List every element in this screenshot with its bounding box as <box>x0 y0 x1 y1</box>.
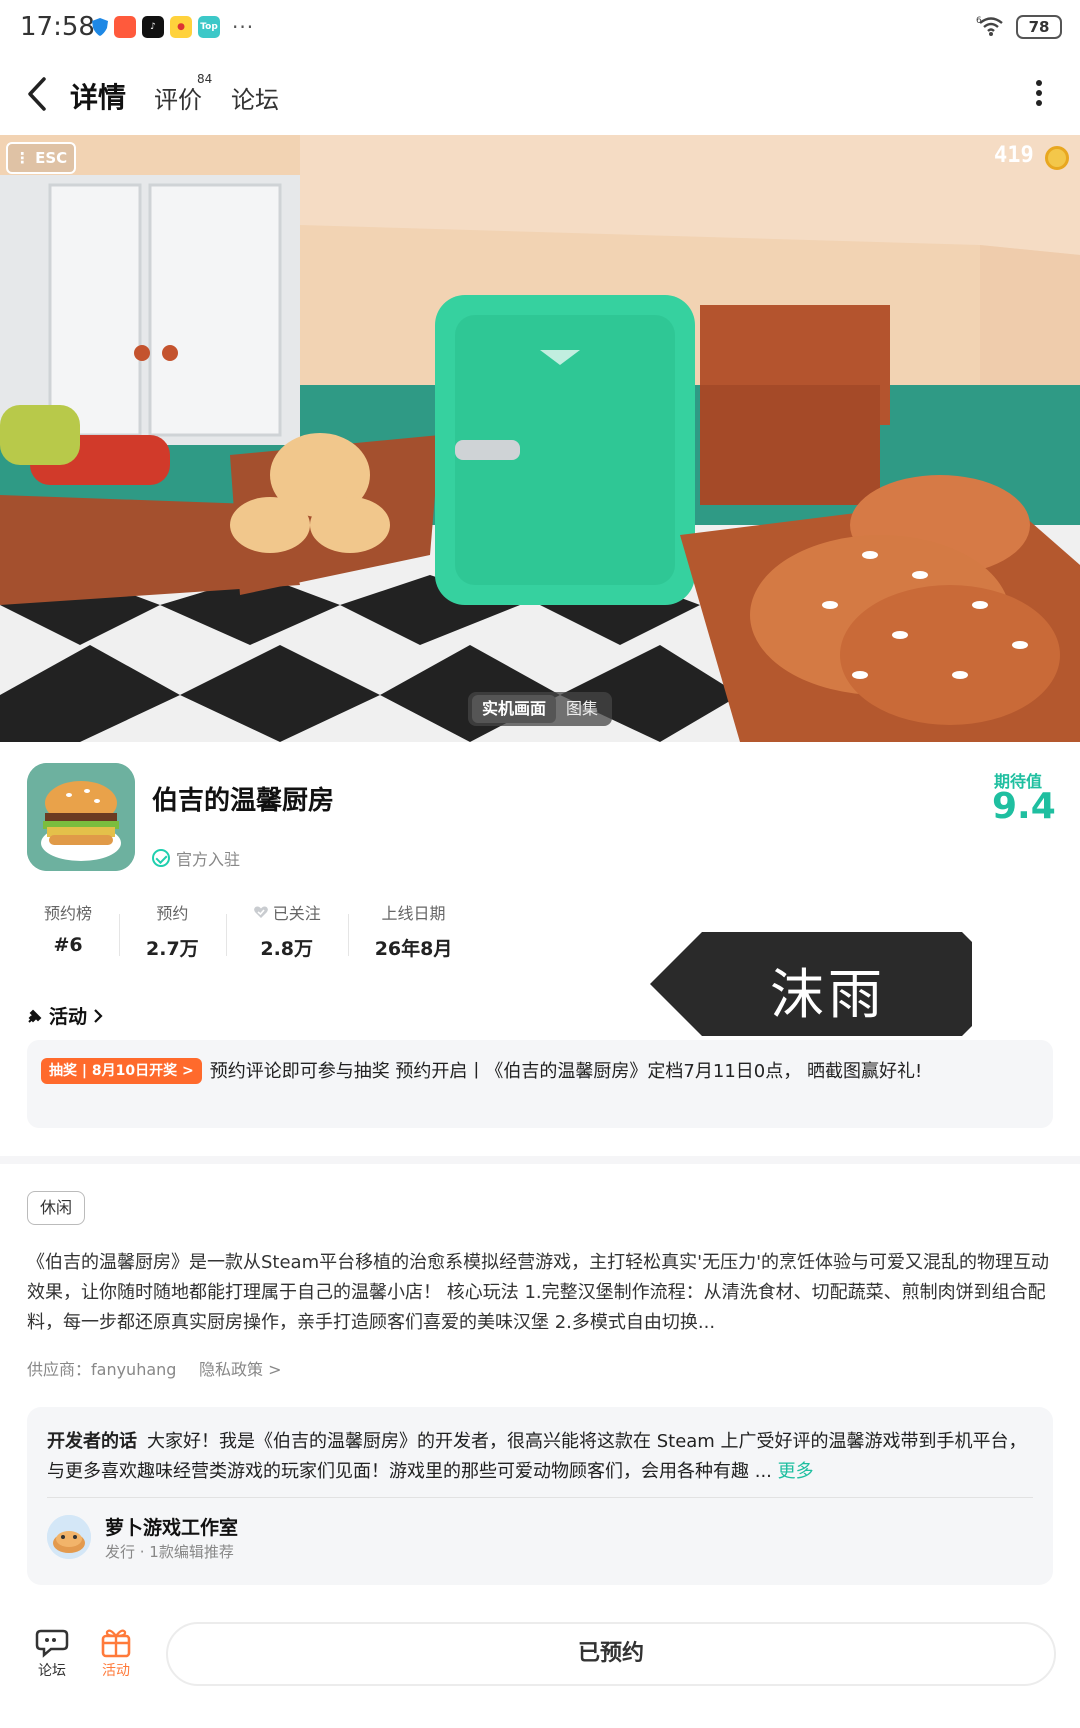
stat-release-date: 上线日期 26年8月 <box>347 900 480 961</box>
status-time: 17:58 <box>20 12 95 42</box>
developer-text: 大家好！我是《伯吉的温馨厨房》的开发者，很高兴能将这款在 Steam 上广受好评… <box>47 1431 1027 1482</box>
activity-header[interactable]: 活动 <box>27 1002 103 1029</box>
wifi-icon: 6 <box>976 16 1003 36</box>
activity-card[interactable]: 抽奖 | 8月10日开奖 > 预约评论即可参与抽奖 预约开启丨《伯吉的温馨厨房》定… <box>27 1040 1053 1128</box>
weibo-icon: ● <box>170 16 192 38</box>
reviews-count: 84 <box>197 72 213 86</box>
game-screenshot <box>0 135 1080 742</box>
top-nav: 详情 评价 84 论坛 <box>0 66 1080 126</box>
game-title: 伯吉的温馨厨房 <box>152 786 335 816</box>
official-badge: 官方入驻 <box>152 846 240 870</box>
section-divider <box>0 1156 1080 1164</box>
app-icon <box>114 16 136 38</box>
developer-message: 开发者的话 大家好！我是《伯吉的温馨厨房》的开发者，很高兴能将这款在 Steam … <box>47 1427 1037 1487</box>
status-bar: 17:58 ♪ ● Top ··· 6 78 <box>0 0 1080 56</box>
more-notifications-icon: ··· <box>232 15 255 39</box>
gift-icon <box>101 1629 131 1658</box>
tab-reviews[interactable]: 评价 <box>154 80 202 115</box>
game-icon[interactable] <box>27 763 135 871</box>
developer-divider <box>47 1497 1033 1498</box>
coin-icon <box>1045 146 1069 170</box>
bottom-forum-label: 论坛 <box>38 1663 66 1679</box>
watermark-text: 沫雨 <box>770 963 886 1026</box>
media-toggle: 实机画面 图集 <box>468 692 613 726</box>
developer-more-link[interactable]: 更多 <box>778 1461 814 1482</box>
more-options-icon[interactable] <box>1034 78 1044 108</box>
developer-label: 开发者的话 <box>47 1431 137 1452</box>
bottom-activity-button[interactable]: 活动 <box>86 1626 146 1680</box>
studio-name[interactable]: 萝卜游戏工作室 <box>105 1513 238 1540</box>
bottom-forum-button[interactable]: 论坛 <box>22 1626 82 1680</box>
reserved-button[interactable]: 已预约 <box>166 1622 1056 1686</box>
back-arrow-icon[interactable] <box>26 76 48 112</box>
activity-text: 预约评论即可参与抽奖 预约开启丨《伯吉的温馨厨房》定档7月11日0点， 晒截图赢… <box>209 1061 923 1082</box>
bottom-activity-label: 活动 <box>102 1663 130 1679</box>
tab-forum[interactable]: 论坛 <box>231 80 279 115</box>
genre-tag[interactable]: 休闲 <box>27 1191 86 1225</box>
lottery-badge[interactable]: 抽奖 | 8月10日开奖 > <box>41 1058 202 1084</box>
game-description[interactable]: 《伯吉的温馨厨房》是一款从Steam平台移植的治愈系模拟经营游戏，主打轻松真实'… <box>27 1248 1057 1338</box>
battery-indicator: 78 <box>1016 15 1062 39</box>
tiktok-icon: ♪ <box>142 16 164 38</box>
official-label: 官方入驻 <box>176 850 241 869</box>
shield-icon <box>92 18 108 36</box>
notification-icons: ♪ ● Top ··· <box>92 15 254 39</box>
studio-subtitle: 发行 · 1款编辑推荐 <box>105 1543 234 1561</box>
coin-counter: 419 <box>994 143 1034 168</box>
developer-card[interactable]: 开发者的话 大家好！我是《伯吉的温馨厨房》的开发者，很高兴能将这款在 Steam … <box>27 1407 1053 1585</box>
stat-reservations: 预约 2.7万 <box>119 900 226 961</box>
top-icon: Top <box>198 16 220 38</box>
verified-check-icon <box>152 849 170 867</box>
chevron-right-icon <box>94 1008 103 1023</box>
tab-details[interactable]: 详情 <box>70 76 126 116</box>
watermark-overlay: 沫雨 <box>650 932 972 1036</box>
forum-chat-icon <box>35 1629 69 1658</box>
tab-gallery[interactable]: 图集 <box>556 695 608 723</box>
stats-row: 预约榜 #6 预约 2.7万 已关注 2.8万 上线日期 26年8月 <box>27 900 479 961</box>
stat-rank[interactable]: 预约榜 #6 <box>27 900 119 961</box>
heart-check-icon <box>253 906 268 918</box>
pin-icon <box>28 1009 42 1023</box>
privacy-policy-link[interactable]: 隐私政策 > <box>199 1356 282 1380</box>
esc-button: ⋮ ESC <box>6 142 76 174</box>
hero-media[interactable]: ⋮ ESC 419 实机画面 图集 <box>0 135 1080 742</box>
tab-gameplay-video[interactable]: 实机画面 <box>472 695 557 723</box>
supplier-label: 供应商：fanyuhang <box>27 1360 177 1379</box>
studio-avatar[interactable] <box>47 1515 91 1559</box>
stat-followed[interactable]: 已关注 2.8万 <box>225 900 348 961</box>
expectation-score: 9.4 <box>992 786 1056 827</box>
